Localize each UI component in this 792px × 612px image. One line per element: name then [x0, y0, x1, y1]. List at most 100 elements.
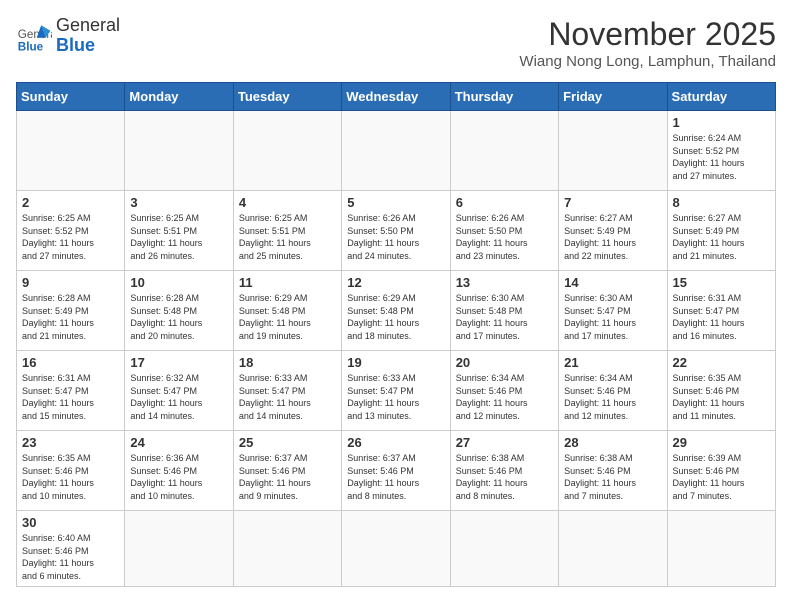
calendar-day-cell: 11Sunrise: 6:29 AM Sunset: 5:48 PM Dayli…	[233, 271, 341, 351]
calendar-week-row: 16 Sunrise: 6:31 AM Sunset: 5:47 PM Dayli…	[17, 351, 776, 431]
day-content: Sunrise: 6:33 AM Sunset: 5:47 PM Dayligh…	[347, 372, 444, 422]
day-header-friday: Friday	[559, 83, 667, 111]
calendar-day-cell: 27Sunrise: 6:38 AM Sunset: 5:46 PM Dayli…	[450, 431, 558, 511]
calendar-day-cell: 20Sunrise: 6:34 AM Sunset: 5:46 PM Dayli…	[450, 351, 558, 431]
calendar-day-cell: 24 Sunrise: 6:36 AM Sunset: 5:46 PM Dayli…	[125, 431, 233, 511]
calendar-day-cell: 15Sunrise: 6:31 AM Sunset: 5:47 PM Dayli…	[667, 271, 775, 351]
calendar-day-cell: 25 Sunrise: 6:37 AM Sunset: 5:46 PM Dayli…	[233, 431, 341, 511]
day-content: Sunrise: 6:32 AM Sunset: 5:47 PM Dayligh…	[130, 372, 227, 422]
calendar-day-cell: 22Sunrise: 6:35 AM Sunset: 5:46 PM Dayli…	[667, 351, 775, 431]
page-header: General Blue General Blue November 2025 …	[16, 16, 776, 70]
day-number: 21	[564, 355, 661, 370]
logo: General Blue General Blue	[16, 16, 120, 56]
day-content: Sunrise: 6:34 AM Sunset: 5:46 PM Dayligh…	[456, 372, 553, 422]
calendar-day-cell: 5 Sunrise: 6:26 AM Sunset: 5:50 PM Daylig…	[342, 191, 450, 271]
calendar-day-cell: 14Sunrise: 6:30 AM Sunset: 5:47 PM Dayli…	[559, 271, 667, 351]
calendar-day-cell: 30Sunrise: 6:40 AM Sunset: 5:46 PM Dayli…	[17, 511, 125, 587]
day-number: 13	[456, 275, 553, 290]
day-content: Sunrise: 6:35 AM Sunset: 5:46 PM Dayligh…	[22, 452, 119, 502]
day-header-wednesday: Wednesday	[342, 83, 450, 111]
calendar-day-cell: 16 Sunrise: 6:31 AM Sunset: 5:47 PM Dayli…	[17, 351, 125, 431]
day-content: Sunrise: 6:29 AM Sunset: 5:48 PM Dayligh…	[347, 292, 444, 342]
day-content: Sunrise: 6:24 AM Sunset: 5:52 PM Dayligh…	[673, 132, 770, 182]
day-header-tuesday: Tuesday	[233, 83, 341, 111]
calendar-day-cell	[233, 111, 341, 191]
calendar-day-cell: 28 Sunrise: 6:38 AM Sunset: 5:46 PM Dayli…	[559, 431, 667, 511]
calendar-day-cell: 2 Sunrise: 6:25 AM Sunset: 5:52 PM Daylig…	[17, 191, 125, 271]
month-title: November 2025	[519, 16, 776, 53]
calendar-day-cell	[342, 111, 450, 191]
day-content: Sunrise: 6:34 AM Sunset: 5:46 PM Dayligh…	[564, 372, 661, 422]
day-content: Sunrise: 6:25 AM Sunset: 5:51 PM Dayligh…	[239, 212, 336, 262]
calendar-week-row: 1 Sunrise: 6:24 AM Sunset: 5:52 PM Daylig…	[17, 111, 776, 191]
day-number: 22	[673, 355, 770, 370]
day-content: Sunrise: 6:30 AM Sunset: 5:48 PM Dayligh…	[456, 292, 553, 342]
calendar-day-cell: 8Sunrise: 6:27 AM Sunset: 5:49 PM Daylig…	[667, 191, 775, 271]
calendar-header-row: SundayMondayTuesdayWednesdayThursdayFrid…	[17, 83, 776, 111]
calendar-day-cell	[559, 511, 667, 587]
day-content: Sunrise: 6:40 AM Sunset: 5:46 PM Dayligh…	[22, 532, 119, 582]
day-content: Sunrise: 6:27 AM Sunset: 5:49 PM Dayligh…	[564, 212, 661, 262]
day-content: Sunrise: 6:39 AM Sunset: 5:46 PM Dayligh…	[673, 452, 770, 502]
day-number: 16	[22, 355, 119, 370]
day-content: Sunrise: 6:37 AM Sunset: 5:46 PM Dayligh…	[239, 452, 336, 502]
day-number: 26	[347, 435, 444, 450]
calendar-day-cell: 21 Sunrise: 6:34 AM Sunset: 5:46 PM Dayli…	[559, 351, 667, 431]
calendar-day-cell: 10 Sunrise: 6:28 AM Sunset: 5:48 PM Dayli…	[125, 271, 233, 351]
day-content: Sunrise: 6:31 AM Sunset: 5:47 PM Dayligh…	[22, 372, 119, 422]
calendar-day-cell: 3 Sunrise: 6:25 AM Sunset: 5:51 PM Daylig…	[125, 191, 233, 271]
day-content: Sunrise: 6:33 AM Sunset: 5:47 PM Dayligh…	[239, 372, 336, 422]
calendar-day-cell	[450, 111, 558, 191]
calendar-day-cell: 23Sunrise: 6:35 AM Sunset: 5:46 PM Dayli…	[17, 431, 125, 511]
calendar-day-cell	[667, 511, 775, 587]
location: Wiang Nong Long, Lamphun, Thailand	[519, 53, 776, 70]
logo-text: General Blue	[56, 16, 120, 56]
day-number: 3	[130, 195, 227, 210]
calendar-day-cell: 18 Sunrise: 6:33 AM Sunset: 5:47 PM Dayli…	[233, 351, 341, 431]
day-content: Sunrise: 6:26 AM Sunset: 5:50 PM Dayligh…	[347, 212, 444, 262]
day-content: Sunrise: 6:38 AM Sunset: 5:46 PM Dayligh…	[564, 452, 661, 502]
day-number: 9	[22, 275, 119, 290]
day-number: 10	[130, 275, 227, 290]
day-header-monday: Monday	[125, 83, 233, 111]
calendar-week-row: 2 Sunrise: 6:25 AM Sunset: 5:52 PM Daylig…	[17, 191, 776, 271]
calendar-day-cell: 7Sunrise: 6:27 AM Sunset: 5:49 PM Daylig…	[559, 191, 667, 271]
calendar-day-cell	[450, 511, 558, 587]
calendar-week-row: 9Sunrise: 6:28 AM Sunset: 5:49 PM Daylig…	[17, 271, 776, 351]
day-number: 18	[239, 355, 336, 370]
day-content: Sunrise: 6:27 AM Sunset: 5:49 PM Dayligh…	[673, 212, 770, 262]
day-content: Sunrise: 6:25 AM Sunset: 5:51 PM Dayligh…	[130, 212, 227, 262]
day-number: 1	[673, 115, 770, 130]
day-number: 17	[130, 355, 227, 370]
day-header-thursday: Thursday	[450, 83, 558, 111]
calendar-day-cell	[125, 111, 233, 191]
calendar-day-cell: 9Sunrise: 6:28 AM Sunset: 5:49 PM Daylig…	[17, 271, 125, 351]
day-content: Sunrise: 6:29 AM Sunset: 5:48 PM Dayligh…	[239, 292, 336, 342]
logo-general: General	[56, 16, 120, 36]
svg-text:Blue: Blue	[18, 40, 44, 53]
logo-icon: General Blue	[16, 18, 52, 54]
day-number: 6	[456, 195, 553, 210]
day-number: 25	[239, 435, 336, 450]
calendar-day-cell: 1 Sunrise: 6:24 AM Sunset: 5:52 PM Daylig…	[667, 111, 775, 191]
day-content: Sunrise: 6:28 AM Sunset: 5:48 PM Dayligh…	[130, 292, 227, 342]
day-number: 24	[130, 435, 227, 450]
day-number: 2	[22, 195, 119, 210]
calendar-day-cell	[559, 111, 667, 191]
day-number: 4	[239, 195, 336, 210]
day-number: 27	[456, 435, 553, 450]
calendar-day-cell: 26Sunrise: 6:37 AM Sunset: 5:46 PM Dayli…	[342, 431, 450, 511]
day-content: Sunrise: 6:25 AM Sunset: 5:52 PM Dayligh…	[22, 212, 119, 262]
calendar-day-cell	[233, 511, 341, 587]
title-section: November 2025 Wiang Nong Long, Lamphun, …	[519, 16, 776, 70]
day-content: Sunrise: 6:36 AM Sunset: 5:46 PM Dayligh…	[130, 452, 227, 502]
day-number: 29	[673, 435, 770, 450]
calendar-table: SundayMondayTuesdayWednesdayThursdayFrid…	[16, 82, 776, 587]
calendar-day-cell: 17 Sunrise: 6:32 AM Sunset: 5:47 PM Dayli…	[125, 351, 233, 431]
day-number: 5	[347, 195, 444, 210]
calendar-week-row: 23Sunrise: 6:35 AM Sunset: 5:46 PM Dayli…	[17, 431, 776, 511]
day-number: 15	[673, 275, 770, 290]
calendar-day-cell: 19Sunrise: 6:33 AM Sunset: 5:47 PM Dayli…	[342, 351, 450, 431]
day-number: 28	[564, 435, 661, 450]
calendar-week-row: 30Sunrise: 6:40 AM Sunset: 5:46 PM Dayli…	[17, 511, 776, 587]
